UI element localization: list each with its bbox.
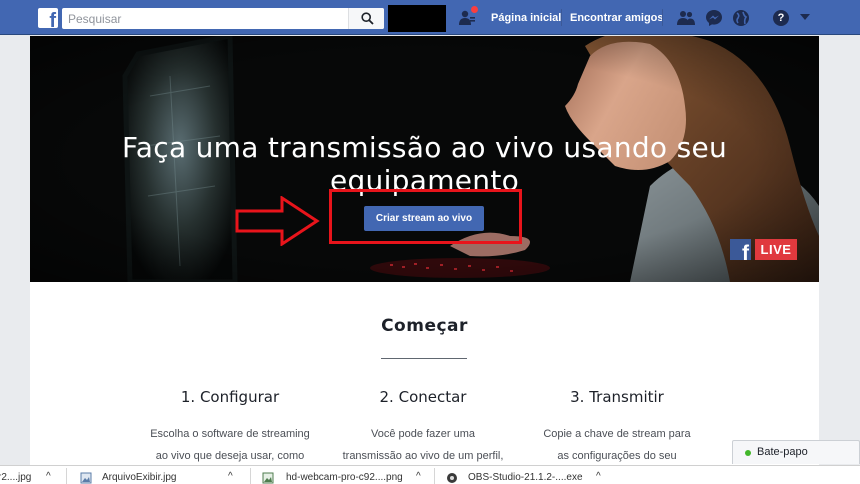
chat-tab[interactable]: Bate-papo	[732, 440, 860, 464]
step-description-line: transmissão ao vivo de um perfil,	[342, 450, 504, 462]
installer-file-icon	[447, 473, 457, 483]
download-menu-caret-icon[interactable]: ^	[228, 471, 233, 482]
step-connect: 2. Conectar Você pode fazer uma transmis…	[328, 388, 518, 467]
search-button[interactable]	[348, 8, 384, 29]
step-description-line: as configurações do seu	[557, 450, 677, 462]
download-filename: hd-webcam-pro-c92....png	[286, 472, 403, 483]
search-bar	[62, 8, 384, 29]
step-description: Copie a chave de stream para as configur…	[522, 423, 712, 467]
download-item[interactable]: OBS-Studio-21.1.2-....exe ^	[444, 466, 614, 484]
globe-icon[interactable]	[732, 9, 750, 27]
step-description-line: Você pode fazer uma	[371, 428, 475, 440]
step-description-line: Copie a chave de stream para	[543, 428, 691, 440]
nav-find-friends-link[interactable]: Encontrar amigos	[570, 12, 664, 24]
download-menu-caret-icon[interactable]: ^	[416, 471, 421, 482]
image-file-icon	[80, 472, 92, 484]
getting-started-section: Começar 1. Configurar Escolha o software…	[30, 282, 819, 484]
download-divider	[250, 468, 251, 484]
step-description: Você pode fazer uma transmissão ao vivo …	[328, 423, 518, 467]
download-divider	[66, 468, 67, 484]
download-menu-caret-icon[interactable]: ^	[596, 471, 601, 482]
step-title: 3. Transmitir	[570, 388, 664, 406]
section-divider	[381, 358, 467, 359]
live-hero-banner: Faça uma transmissão ao vivo usando seu …	[30, 36, 819, 282]
facebook-live-logo-icon: f	[730, 239, 751, 260]
download-divider	[434, 468, 435, 484]
nav-divider	[662, 9, 663, 26]
online-status-dot	[745, 450, 751, 456]
step-description-line: Escolha o software de streaming	[150, 428, 310, 440]
step-title: 2. Conectar	[379, 388, 467, 406]
download-item[interactable]: r2....jpg ^	[0, 466, 60, 484]
download-filename: OBS-Studio-21.1.2-....exe	[468, 472, 583, 483]
nav-divider	[561, 9, 562, 26]
nav-home-link[interactable]: Página inicial	[491, 12, 561, 24]
download-menu-caret-icon[interactable]: ^	[46, 471, 51, 482]
download-item[interactable]: hd-webcam-pro-c92....png ^	[262, 466, 432, 484]
facebook-logo-icon[interactable]: f	[38, 8, 58, 28]
hero-title: Faça uma transmissão ao vivo usando seu …	[121, 131, 728, 197]
search-input[interactable]	[62, 8, 342, 29]
top-navigation-bar: f Página inicial Encontrar amigos ?	[0, 0, 860, 35]
annotation-highlight-box	[329, 189, 522, 244]
download-item[interactable]: ArquivoExibir.jpg ^	[78, 466, 248, 484]
annotation-arrow-icon	[235, 196, 320, 246]
step-transmit: 3. Transmitir Copie a chave de stream pa…	[522, 388, 712, 467]
image-file-icon	[262, 472, 274, 484]
live-badge: LIVE	[755, 239, 797, 260]
step-title: 1. Configurar	[180, 388, 280, 406]
step-description: Escolha o software de streaming ao vivo …	[135, 423, 325, 467]
account-menu-caret-icon[interactable]	[800, 14, 810, 20]
redacted-profile-area[interactable]	[388, 5, 446, 32]
chat-tab-label: Bate-papo	[757, 446, 808, 458]
step-configure: 1. Configurar Escolha o software de stre…	[135, 388, 325, 467]
messenger-icon[interactable]	[705, 9, 723, 27]
search-icon	[361, 12, 374, 25]
help-icon[interactable]: ?	[773, 10, 789, 26]
step-description-line: ao vivo que deseja usar, como	[155, 450, 305, 462]
notification-badge	[471, 6, 478, 13]
section-title: Começar	[381, 316, 468, 336]
download-filename: ArquivoExibir.jpg	[102, 472, 177, 483]
friends-icon[interactable]	[677, 9, 695, 27]
browser-download-bar: r2....jpg ^ ArquivoExibir.jpg ^ hd-webca…	[0, 465, 860, 484]
download-filename: r2....jpg	[0, 472, 32, 483]
